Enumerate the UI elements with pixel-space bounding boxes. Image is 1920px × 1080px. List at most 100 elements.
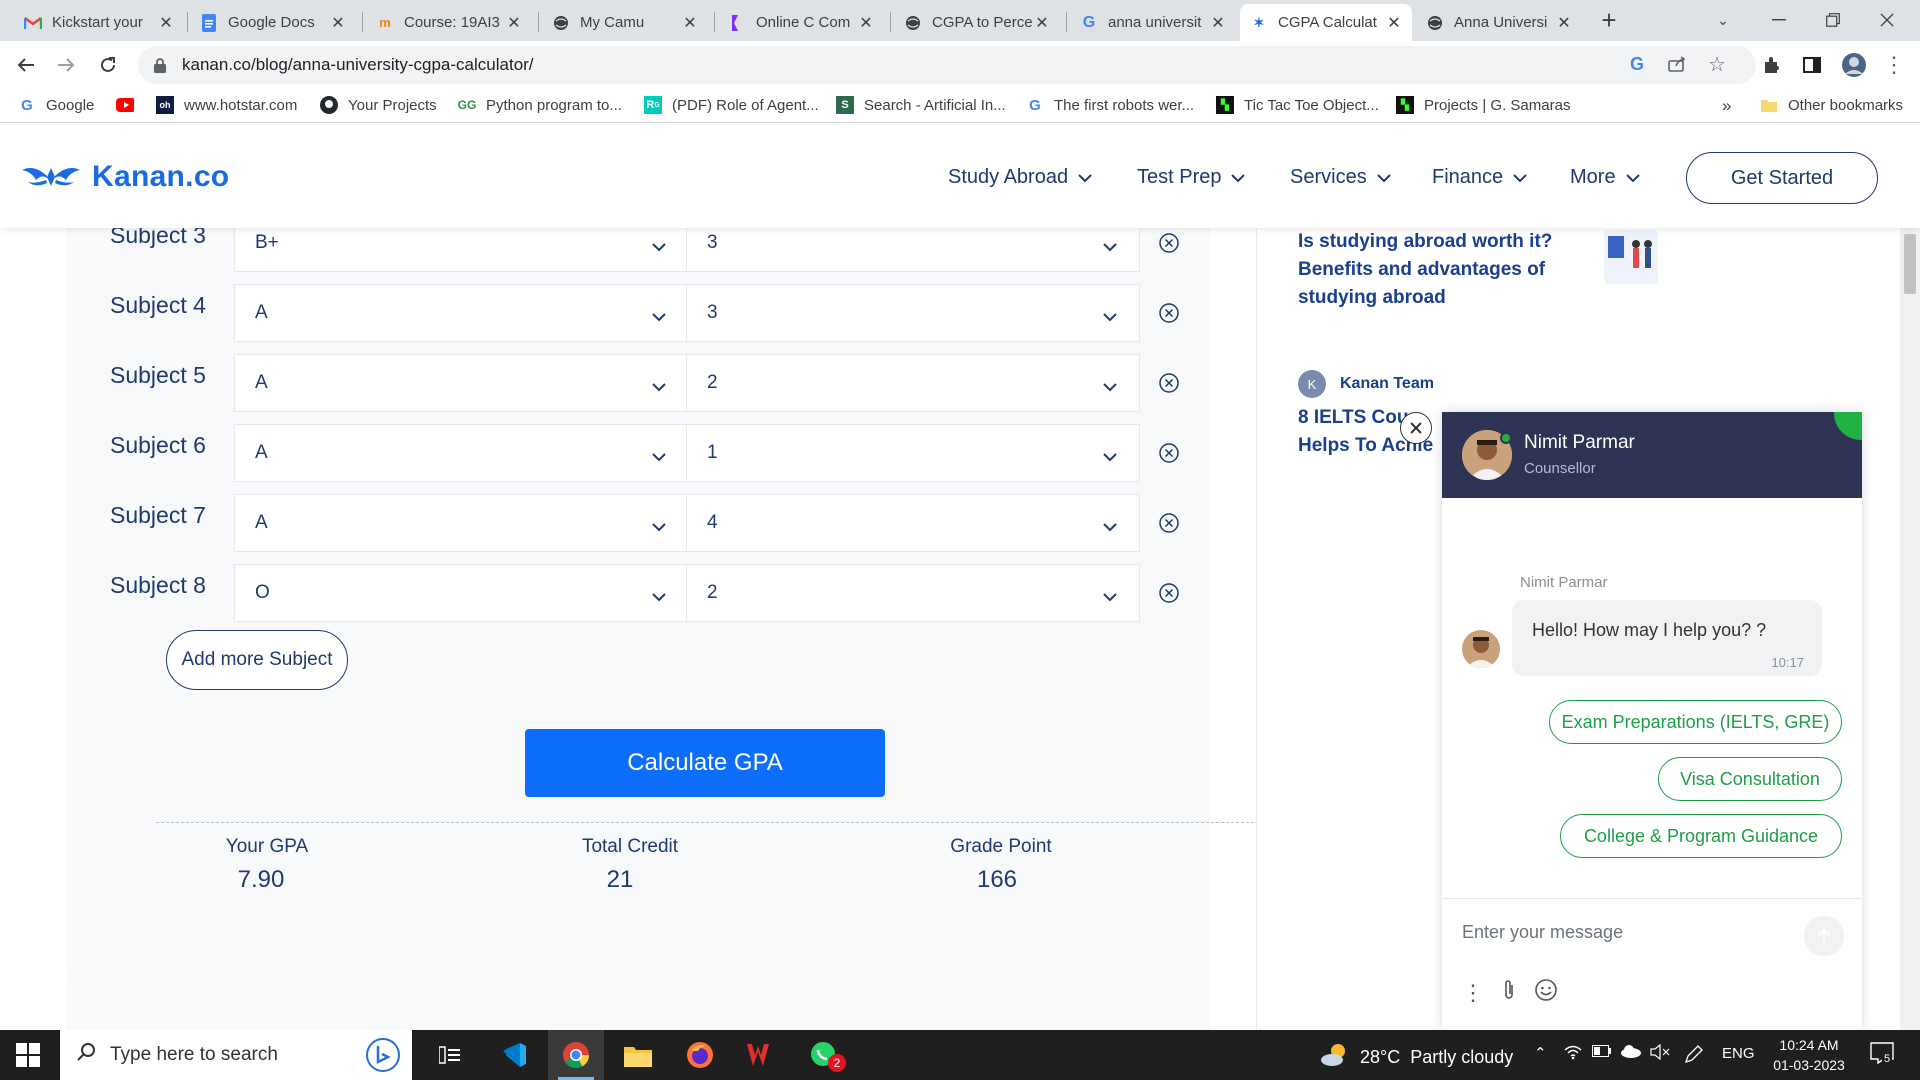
grade-select[interactable]: A (234, 284, 688, 342)
post-thumbnail[interactable] (1604, 230, 1658, 284)
close-tab-icon[interactable]: ✕ (1556, 13, 1572, 33)
onedrive-icon[interactable] (1620, 1044, 1642, 1062)
chrome-menu-icon[interactable]: ⋮ (1878, 49, 1910, 81)
browser-tab[interactable]: m Course: 19AI3 ✕ (366, 4, 532, 41)
nav-more[interactable]: More (1570, 166, 1640, 189)
profile-avatar[interactable] (1838, 49, 1870, 81)
close-tab-icon[interactable]: ✕ (682, 13, 698, 33)
close-tab-icon[interactable]: ✕ (1386, 13, 1402, 33)
scrollbar-thumb[interactable] (1904, 234, 1916, 294)
language-indicator[interactable]: ENG (1722, 1045, 1755, 1062)
file-explorer-icon[interactable] (610, 1030, 666, 1080)
browser-tab[interactable]: G anna universit ✕ (1070, 4, 1236, 41)
emoji-icon[interactable] (1534, 978, 1558, 1007)
nav-services[interactable]: Services (1290, 166, 1391, 189)
task-view-icon[interactable] (422, 1030, 478, 1080)
bookmark-item[interactable]: GG Python program to... (458, 96, 622, 114)
site-logo[interactable]: Kanan.co (20, 160, 229, 194)
bookmark-item[interactable]: oh www.hotstar.com (156, 96, 297, 114)
quick-reply-college-guidance[interactable]: College & Program Guidance (1560, 814, 1842, 858)
close-tab-icon[interactable]: ✕ (330, 13, 346, 33)
minimize-button[interactable] (1756, 4, 1802, 36)
notifications-icon[interactable]: 5 (1870, 1042, 1894, 1068)
taskbar-search-box[interactable]: Type here to search (60, 1030, 412, 1080)
tab-search-icon[interactable]: ⌄ (1706, 4, 1740, 36)
bookmark-item[interactable]: Your Projects (320, 96, 437, 114)
close-tab-icon[interactable]: ✕ (506, 13, 522, 33)
bing-icon[interactable] (366, 1038, 400, 1078)
wifi-icon[interactable] (1564, 1044, 1582, 1064)
bookmark-item[interactable] (116, 96, 144, 114)
extensions-icon[interactable] (1756, 49, 1788, 81)
add-subject-button[interactable]: Add more Subject (166, 630, 348, 690)
quick-reply-visa[interactable]: Visa Consultation (1658, 757, 1842, 801)
battery-icon[interactable] (1592, 1044, 1612, 1061)
close-tab-icon[interactable]: ✕ (1210, 13, 1226, 33)
vscode-icon[interactable] (486, 1030, 542, 1080)
back-arrow-icon[interactable] (10, 49, 42, 81)
bookmark-item[interactable]: G The first robots wer... (1026, 96, 1194, 114)
nav-finance[interactable]: Finance (1432, 166, 1527, 189)
other-bookmarks[interactable]: Other bookmarks (1760, 96, 1903, 114)
grade-select[interactable]: B+ (234, 228, 688, 272)
browser-tab[interactable]: Online C Com ✕ (718, 4, 884, 41)
close-tab-icon[interactable]: ✕ (1034, 13, 1050, 33)
nav-test-prep[interactable]: Test Prep (1137, 166, 1246, 189)
page-scrollbar[interactable] (1900, 228, 1920, 1030)
more-options-icon[interactable]: ⋮ (1462, 980, 1484, 1006)
grade-select[interactable]: A (234, 494, 688, 552)
forward-arrow-icon[interactable] (50, 49, 82, 81)
browser-tab[interactable]: Kickstart your ✕ (14, 4, 184, 41)
url-text[interactable]: kanan.co/blog/anna-university-cgpa-calcu… (182, 55, 534, 75)
browser-tab[interactable]: My Camu ✕ (542, 4, 708, 41)
reload-icon[interactable] (92, 49, 124, 81)
bookmark-item[interactable]: S Search - Artificial In... (836, 96, 1006, 114)
restore-button[interactable] (1810, 4, 1856, 36)
close-tab-icon[interactable]: ✕ (858, 13, 874, 33)
browser-tab-active[interactable]: ✶ CGPA Calculat ✕ (1240, 4, 1412, 41)
grade-select[interactable]: O (234, 564, 688, 622)
remove-subject-icon[interactable] (1158, 372, 1180, 394)
show-hidden-icons[interactable]: ⌃ (1534, 1044, 1547, 1062)
credit-select[interactable]: 1 (686, 424, 1140, 482)
credit-select[interactable]: 4 (686, 494, 1140, 552)
bookmark-item[interactable]: ▚ Projects | G. Samaras (1396, 96, 1570, 114)
bookmark-item[interactable]: ▚ Tic Tac Toe Object... (1216, 96, 1379, 114)
volume-muted-icon[interactable] (1650, 1043, 1670, 1064)
credit-select[interactable]: 3 (686, 228, 1140, 272)
attachment-icon[interactable] (1502, 979, 1516, 1006)
bookmark-item[interactable]: G Google (18, 96, 94, 114)
remove-subject-icon[interactable] (1158, 582, 1180, 604)
credit-select[interactable]: 2 (686, 354, 1140, 412)
remove-subject-icon[interactable] (1158, 442, 1180, 464)
wps-office-icon[interactable] (734, 1030, 790, 1080)
remove-subject-icon[interactable] (1158, 232, 1180, 254)
bookmark-item[interactable]: R G (PDF) Role of Agent... (644, 96, 819, 114)
pen-icon[interactable] (1684, 1044, 1704, 1068)
credit-select[interactable]: 3 (686, 284, 1140, 342)
address-bar[interactable]: kanan.co/blog/anna-university-cgpa-calcu… (138, 46, 1756, 84)
remove-subject-icon[interactable] (1158, 302, 1180, 324)
credit-select[interactable]: 2 (686, 564, 1140, 622)
whatsapp-icon[interactable]: 2 (796, 1030, 852, 1080)
lock-icon[interactable] (152, 57, 168, 73)
browser-tab[interactable]: Anna Universi ✕ (1416, 4, 1582, 41)
close-tab-icon[interactable]: ✕ (158, 13, 174, 33)
chat-close-button[interactable] (1400, 412, 1432, 444)
browser-tab[interactable]: CGPA to Perce ✕ (894, 4, 1060, 41)
post-author[interactable]: K Kanan Team (1298, 370, 1434, 398)
send-icon[interactable] (1804, 916, 1844, 956)
grade-select[interactable]: A (234, 354, 688, 412)
share-icon[interactable] (1664, 51, 1690, 77)
windows-start-icon[interactable] (16, 1043, 40, 1067)
quick-reply-exam-prep[interactable]: Exam Preparations (IELTS, GRE) (1549, 700, 1842, 744)
bookmarks-overflow-button[interactable]: » (1722, 96, 1731, 116)
nav-study-abroad[interactable]: Study Abroad (948, 166, 1092, 189)
bookmark-star-icon[interactable]: ☆ (1704, 51, 1730, 77)
browser-tab[interactable]: Google Docs ✕ (190, 4, 356, 41)
system-clock[interactable]: 10:24 AM 01-03-2023 (1764, 1035, 1854, 1075)
new-tab-button[interactable]: + (1592, 4, 1626, 36)
firefox-icon[interactable] (672, 1030, 728, 1080)
chrome-taskbar-icon[interactable] (548, 1030, 604, 1080)
side-panel-icon[interactable] (1796, 49, 1828, 81)
